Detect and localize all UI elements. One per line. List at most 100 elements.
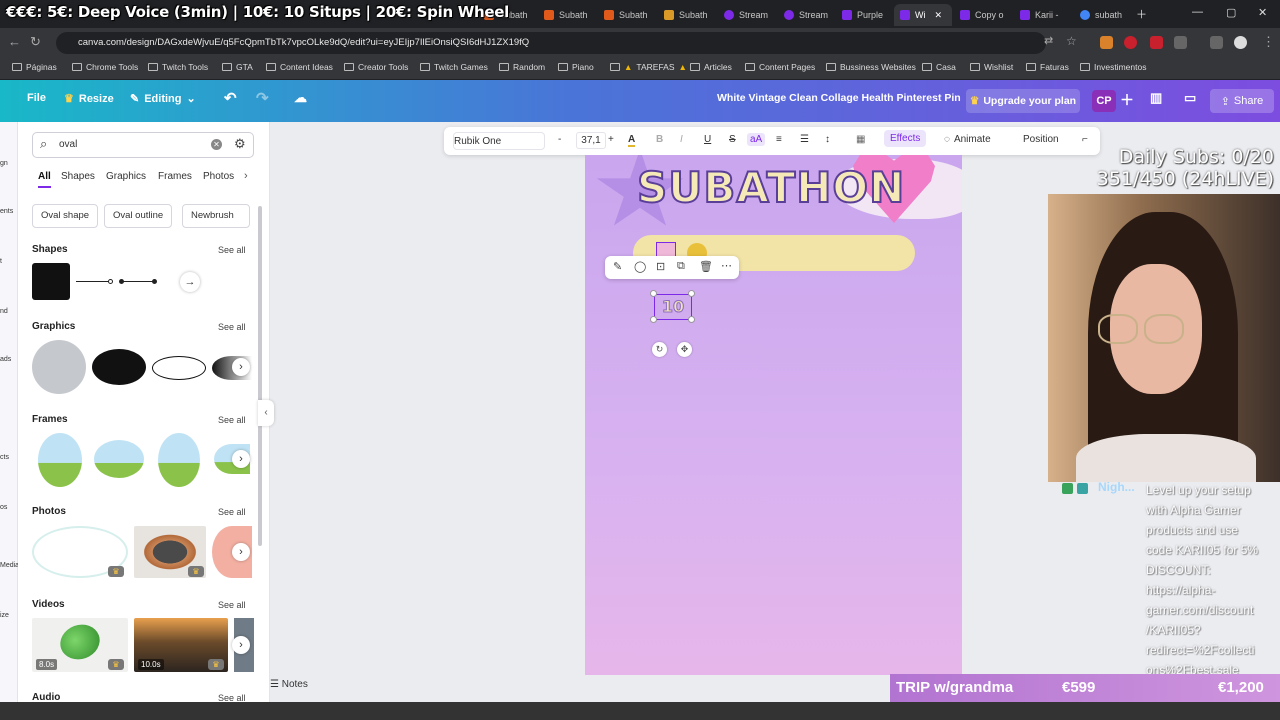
extension-icon[interactable] xyxy=(1100,36,1113,49)
design-page[interactable]: SUBATHON xyxy=(585,155,962,675)
see-all-link[interactable]: See all xyxy=(218,245,246,255)
bookmark-folder[interactable]: ▲ TAREFAS ▲ xyxy=(610,62,687,72)
extension-icon[interactable] xyxy=(1150,36,1163,49)
browser-tab[interactable]: subath xyxy=(1074,4,1132,26)
design-heading[interactable]: SUBATHON xyxy=(636,162,905,213)
back-icon[interactable]: ← xyxy=(8,34,21,49)
comment-icon[interactable]: ▭ xyxy=(1184,90,1196,106)
rail-item-label[interactable]: cts xyxy=(0,454,9,461)
font-size-decrease[interactable]: - xyxy=(558,134,561,145)
move-handle-icon[interactable]: ✥ xyxy=(677,342,692,357)
spacing-icon[interactable]: ↕ xyxy=(825,134,830,145)
chevron-right-icon[interactable]: › xyxy=(232,636,250,654)
font-size-increase[interactable]: + xyxy=(608,134,614,145)
position-button[interactable]: Position xyxy=(1023,134,1059,145)
suggestion-chip[interactable]: Newbrush xyxy=(182,204,250,228)
collapse-panel-handle[interactable]: ‹ xyxy=(258,400,274,426)
new-tab-icon[interactable]: ＋ xyxy=(1136,6,1147,22)
tab-frames[interactable]: Frames xyxy=(158,171,192,182)
suggestion-chip[interactable]: Oval outline xyxy=(104,204,173,228)
strikethrough-button[interactable]: S xyxy=(729,134,736,145)
bookmark-folder[interactable]: Creator Tools xyxy=(344,62,408,72)
selected-number-text[interactable]: 10 xyxy=(654,294,692,320)
arrow-right-icon[interactable]: → xyxy=(180,272,200,292)
reload-icon[interactable]: ↻ xyxy=(30,34,41,50)
see-all-link[interactable]: See all xyxy=(218,415,246,425)
upgrade-plan-button[interactable]: ♛ Upgrade your plan xyxy=(966,89,1080,113)
rail-item-label[interactable]: gn xyxy=(0,160,8,167)
square-shape[interactable] xyxy=(32,263,70,300)
browser-tab[interactable]: Stream xyxy=(778,4,836,26)
magic-edit-icon[interactable]: ✎ xyxy=(613,260,622,273)
rail-item-label[interactable]: ads xyxy=(0,356,11,363)
chevron-right-icon[interactable]: › xyxy=(232,358,250,376)
browser-tab[interactable]: Karii - xyxy=(1014,4,1072,26)
file-menu-button[interactable]: File xyxy=(27,92,46,104)
bookmark-folder[interactable]: Páginas xyxy=(12,62,57,72)
effects-button[interactable]: Effects xyxy=(884,130,927,147)
bookmark-folder[interactable]: GTA xyxy=(222,62,253,72)
extension-icon[interactable] xyxy=(1124,36,1137,49)
bookmark-folder[interactable]: Chrome Tools xyxy=(72,62,138,72)
filter-icon[interactable]: ⚙ xyxy=(234,136,246,152)
browser-tab[interactable]: Copy o xyxy=(954,4,1012,26)
notes-button[interactable]: ☰ Notes xyxy=(270,679,308,690)
comment-add-icon[interactable]: ◯ xyxy=(634,260,646,273)
document-title[interactable]: White Vintage Clean Collage Health Pinte… xyxy=(717,92,961,104)
line-dot-shape[interactable] xyxy=(152,279,157,284)
close-window-icon[interactable]: ✕ xyxy=(1258,6,1267,19)
more-options-icon[interactable]: ⋯ xyxy=(721,259,732,272)
copy-style-icon[interactable]: ⌐ xyxy=(1082,134,1088,145)
media-controls-icon[interactable] xyxy=(1210,36,1223,49)
bold-button[interactable]: B xyxy=(656,134,663,145)
undo-icon[interactable]: ↶ xyxy=(224,89,237,107)
bookmark-folder[interactable]: Articles xyxy=(690,62,732,72)
oval-frame[interactable] xyxy=(38,433,82,487)
oval-frame[interactable] xyxy=(158,433,200,487)
see-all-link[interactable]: See all xyxy=(218,600,246,610)
browser-tab[interactable]: Subath xyxy=(538,4,596,26)
url-field[interactable]: canva.com/design/DAGxdeWjvuE/q5FcQpmTbTk… xyxy=(56,32,1046,54)
resize-button[interactable]: ♛ Resize xyxy=(64,92,114,106)
share-button[interactable]: ⇪ Share xyxy=(1210,89,1274,113)
rail-item-label[interactable]: nd xyxy=(0,308,8,315)
bookmark-folder[interactable]: Faturas xyxy=(1026,62,1069,72)
font-size-input[interactable]: 37,1 xyxy=(576,132,606,149)
oval-graphic[interactable] xyxy=(32,340,86,394)
line-shape[interactable] xyxy=(120,281,156,282)
oval-outline-graphic[interactable] xyxy=(152,356,206,380)
suggestion-chip[interactable]: Oval shape xyxy=(32,204,99,228)
rail-item-label[interactable]: t xyxy=(0,258,2,265)
chevron-right-icon[interactable]: › xyxy=(232,543,250,561)
tab-close-icon[interactable]: ✕ xyxy=(935,10,943,21)
oval-graphic[interactable] xyxy=(92,349,146,385)
text-color-icon[interactable]: A xyxy=(628,134,636,147)
minimize-icon[interactable]: — xyxy=(1192,6,1203,18)
bookmark-folder[interactable]: Wishlist xyxy=(970,62,1013,72)
cloud-save-icon[interactable]: ☁ xyxy=(294,90,307,106)
rail-item-label[interactable]: ents xyxy=(0,208,13,215)
insights-chart-icon[interactable]: ▥ xyxy=(1150,90,1162,106)
maximize-icon[interactable]: ▢ xyxy=(1226,6,1236,19)
profile-icon[interactable] xyxy=(1234,36,1247,49)
animate-button[interactable]: ◌ Animate xyxy=(944,134,991,145)
bookmark-folder[interactable]: Investimentos xyxy=(1080,62,1146,72)
menu-icon[interactable]: ⋮ xyxy=(1262,34,1275,50)
browser-tab[interactable]: Purple xyxy=(836,4,894,26)
browser-tab[interactable]: Subath xyxy=(658,4,716,26)
browser-tab[interactable]: Stream xyxy=(718,4,776,26)
delete-icon[interactable]: 🗑 xyxy=(699,260,713,273)
bookmark-folder[interactable]: Piano xyxy=(558,62,594,72)
tab-shapes[interactable]: Shapes xyxy=(61,171,95,182)
rail-item-label[interactable]: os xyxy=(0,504,7,511)
font-family-select[interactable]: Rubik One xyxy=(453,132,545,150)
chevron-right-icon[interactable]: › xyxy=(232,450,250,468)
line-shape[interactable] xyxy=(76,281,112,282)
rail-item-label[interactable]: Media xyxy=(0,562,19,569)
translate-icon[interactable]: ⇄ xyxy=(1044,34,1053,47)
see-all-link[interactable]: See all xyxy=(218,507,246,517)
resize-handle[interactable] xyxy=(688,290,695,297)
bookmark-folder[interactable]: Bussiness Websites xyxy=(826,62,916,72)
tab-all[interactable]: All xyxy=(38,171,51,188)
add-collaborator-icon[interactable]: ＋ xyxy=(1120,90,1134,110)
